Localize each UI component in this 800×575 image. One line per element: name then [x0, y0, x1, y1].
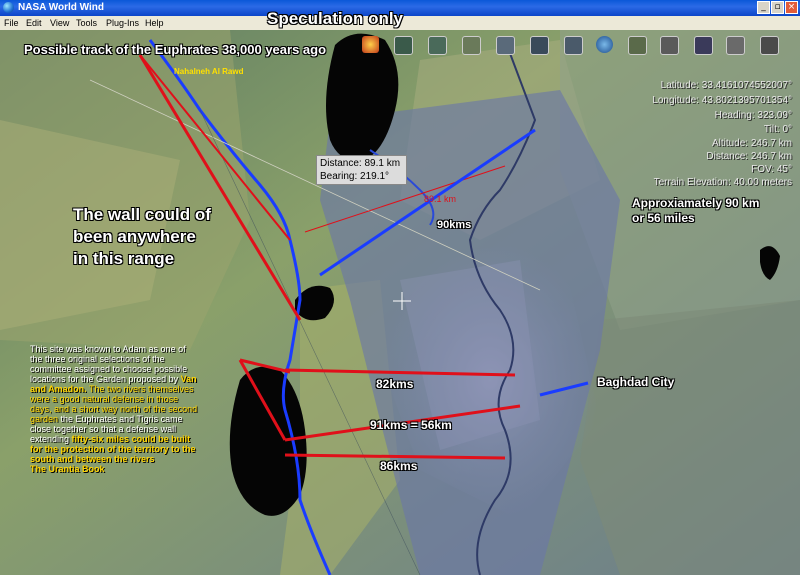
layer-srtm-icon[interactable] [496, 36, 515, 55]
layer-usgs-icon[interactable] [530, 36, 549, 55]
fov-readout: FOV: 45° [751, 164, 792, 175]
quote-part1: This site was known to Adam as one of th… [30, 344, 188, 384]
layer-landsat-icon[interactable] [394, 36, 413, 55]
layer-measure-icon[interactable] [760, 36, 779, 55]
close-button[interactable]: × [785, 1, 798, 14]
window-title: NASA World Wind [18, 2, 105, 13]
menu-help[interactable]: Help [145, 16, 164, 30]
layer-modis-icon[interactable] [428, 36, 447, 55]
measure-tooltip: Distance: 89.1 km Bearing: 219.1° [316, 155, 407, 185]
speculation-title: Speculation only [267, 9, 404, 28]
heading-readout: Heading: 323.09° [714, 110, 792, 121]
elevation-readout: Terrain Elevation: 40.00 meters [653, 177, 792, 188]
tilt-readout: Tilt: 0° [763, 124, 792, 135]
label-82kms: 82kms [376, 377, 414, 391]
label-86kms: 86kms [380, 459, 418, 473]
tooltip-bearing: Bearing: 219.1° [320, 171, 390, 182]
layer-geocover-icon[interactable] [462, 36, 481, 55]
wall-label: The wall could of been anywhere in this … [73, 205, 211, 268]
quote-source: The Urantia Book [30, 464, 105, 474]
track-label: Possible track of the Euphrates 38,000 y… [24, 42, 327, 57]
layer-stars-icon[interactable] [694, 36, 713, 55]
urantia-quote: This site was known to Adam as one of th… [30, 344, 200, 474]
place-label: Nahalneh Al Rawd [174, 67, 244, 76]
menu-view[interactable]: View [50, 16, 69, 30]
layer-compass-icon[interactable] [660, 36, 679, 55]
layer-grid-icon[interactable] [726, 36, 745, 55]
measure-line-label: 89.1 km [424, 194, 457, 204]
longitude-readout: Longitude: 43.8021395701354° [652, 95, 792, 106]
layer-placenames-icon[interactable] [362, 36, 379, 53]
tooltip-distance: Distance: 89.1 km [320, 158, 401, 169]
globe-icon[interactable] [596, 36, 613, 53]
approx-label: Approxiamately 90 km or 56 miles [632, 196, 760, 225]
label-91kms: 91kms = 56km [370, 418, 452, 432]
menu-edit[interactable]: Edit [26, 16, 42, 30]
altitude-readout: Altitude: 246.7 km [711, 138, 792, 149]
menu-file[interactable]: File [4, 16, 19, 30]
latitude-readout: Latitude: 33.4161074552007° [660, 80, 792, 91]
menu-plugins[interactable]: Plug-Ins [106, 16, 139, 30]
baghdad-label: Baghdad City [597, 375, 675, 389]
world-wind-icon [3, 2, 14, 13]
layer-boundaries-icon[interactable] [564, 36, 583, 55]
minimize-button[interactable]: _ [757, 1, 770, 14]
label-90kms: 90kms [437, 219, 472, 231]
menu-tools[interactable]: Tools [76, 16, 97, 30]
distance-readout: Distance: 246.7 km [706, 151, 792, 162]
layer-scale-icon[interactable] [628, 36, 647, 55]
maximize-button[interactable]: ▫ [771, 1, 784, 14]
